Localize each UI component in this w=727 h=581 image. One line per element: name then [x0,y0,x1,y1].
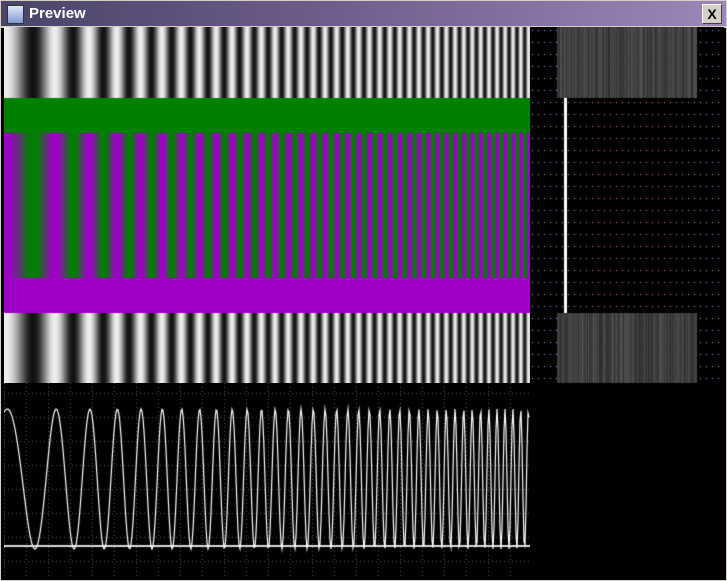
side-scan-panel [530,27,724,385]
chirp-pattern-image [4,27,530,383]
close-button[interactable]: X [702,4,722,24]
waveform-plot [4,383,530,577]
title-bar[interactable]: Preview X [1,1,726,28]
window-title: Preview [29,5,86,22]
app-icon [7,5,24,24]
